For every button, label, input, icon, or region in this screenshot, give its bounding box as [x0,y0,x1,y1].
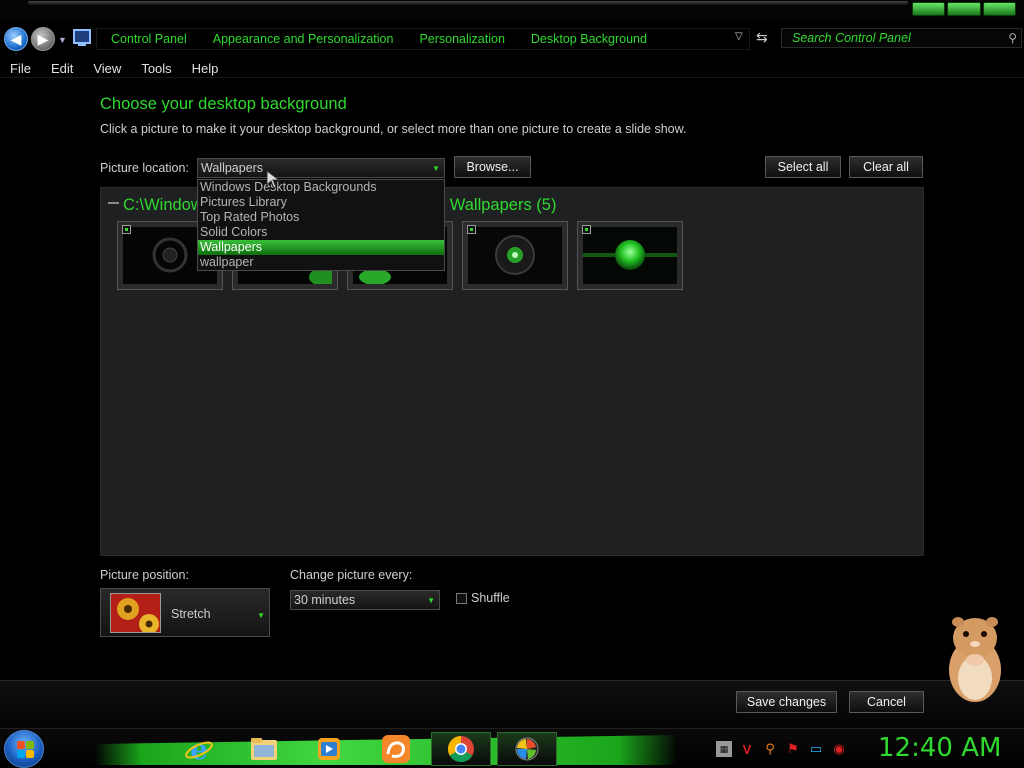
svg-text:e: e [190,734,208,764]
title-bar [0,0,1024,20]
picture-position-label: Picture position: [100,568,189,582]
thumbnail-checkbox[interactable] [467,225,476,234]
chevron-down-icon: ▼ [257,611,265,620]
thumbnail-checkbox[interactable] [582,225,591,234]
thumbnail-checkbox[interactable] [122,225,131,234]
taskbar-file-explorer[interactable] [246,732,282,766]
maximize-button[interactable] [947,2,981,16]
breadcrumb-personalization[interactable]: Personalization [405,32,516,46]
clear-all-button[interactable]: Clear all [849,156,923,178]
search-box[interactable]: ⚲ [781,28,1022,48]
antivirus-icon[interactable]: V [739,741,755,757]
taskbar-clock[interactable]: 12:40 AM [878,733,1001,763]
chevron-down-icon: ▼ [432,164,440,173]
menu-bar: File Edit View Tools Help [0,58,1024,78]
menu-edit[interactable]: Edit [41,58,83,77]
taskbar-uc-browser[interactable] [378,732,414,766]
minimize-button[interactable] [912,2,946,16]
shuffle-checkbox[interactable] [456,593,467,604]
breadcrumb-control-panel[interactable]: Control Panel [97,32,199,46]
search-icon[interactable]: ⚲ [1008,31,1017,45]
mouse-cursor-icon [266,170,281,189]
menu-view[interactable]: View [83,58,131,77]
option-windows-desktop-backgrounds[interactable]: Windows Desktop Backgrounds [198,180,444,195]
hamster-desktop-gadget[interactable] [944,610,1006,706]
change-picture-label: Change picture every: [290,568,413,582]
forward-arrow-icon: ▶ [37,30,49,47]
collapse-group-icon[interactable] [108,202,119,208]
search-tool-icon[interactable]: ⚲ [762,741,778,757]
option-solid-colors[interactable]: Solid Colors [198,225,444,240]
picture-location-value: Wallpapers [201,161,264,175]
picture-position-select[interactable]: Stretch ▼ [100,588,270,637]
option-wallpapers[interactable]: Wallpapers [198,240,444,255]
page-description: Click a picture to make it your desktop … [100,122,687,136]
breadcrumb[interactable]: Control Panel Appearance and Personaliza… [96,28,750,50]
green-orb-wallpaper [468,227,562,284]
window-controls [912,2,1016,16]
change-picture-value: 30 minutes [294,593,356,607]
green-button-wallpaper [583,227,677,284]
address-dropdown-icon[interactable]: ▽ [735,31,743,42]
windows-logo-icon [17,741,34,758]
option-pictures-library[interactable]: Pictures Library [198,195,444,210]
group-header-suffix: Wallpapers (5) [449,196,557,214]
picture-location-label: Picture location: [100,161,189,175]
picture-position-value: Stretch [171,607,211,621]
wallpaper-image [583,227,677,284]
display-icon[interactable]: ▭ [808,741,824,757]
back-button[interactable]: ◀ [4,27,28,51]
personalization-icon [515,737,539,761]
taskbar-internet-explorer[interactable]: e [181,732,217,766]
option-wallpaper[interactable]: wallpaper [198,255,444,270]
menu-help[interactable]: Help [182,58,229,77]
recent-pages-dropdown-icon[interactable]: ▼ [58,35,67,45]
internet-explorer-icon: e [185,734,213,764]
network-icon[interactable]: ▦ [716,741,732,757]
start-button[interactable] [4,730,44,768]
breadcrumb-desktop-background[interactable]: Desktop Background [517,32,659,46]
group-header-prefix: C:\Window [123,196,203,214]
wallpaper-image [468,227,562,284]
menu-tools[interactable]: Tools [131,58,181,77]
taskbar-chrome[interactable] [431,732,491,766]
select-all-button[interactable]: Select all [765,156,841,178]
picture-location-options: Windows Desktop Backgrounds Pictures Lib… [197,179,445,271]
shuffle-label[interactable]: Shuffle [471,591,510,605]
forward-button[interactable]: ▶ [31,27,55,51]
picture-location-select[interactable]: Wallpapers ▼ [197,158,445,178]
taskbar: e ▦ V ⚲ ⚑ ▭ ◉ 12:40 AM [0,728,1024,768]
page-title: Choose your desktop background [100,95,347,113]
position-preview-image [110,593,161,633]
close-button[interactable] [982,2,1016,16]
cancel-button[interactable]: Cancel [849,691,924,713]
save-changes-button[interactable]: Save changes [736,691,837,713]
flag-icon[interactable]: ⚑ [785,741,801,757]
taskbar-media-player[interactable] [311,732,347,766]
chevron-down-icon: ▼ [427,596,435,605]
flower-thumbnail [111,594,160,632]
option-top-rated-photos[interactable]: Top Rated Photos [198,210,444,225]
chrome-icon [447,735,474,763]
breadcrumb-appearance[interactable]: Appearance and Personalization [199,32,406,46]
system-tray: ▦ V ⚲ ⚑ ▭ ◉ [716,739,847,759]
record-icon[interactable]: ◉ [831,741,847,757]
back-arrow-icon: ◀ [10,30,22,47]
uc-browser-icon [382,735,410,763]
wallpaper-thumbnail[interactable] [462,221,568,290]
browse-button[interactable]: Browse... [454,156,531,178]
menu-file[interactable]: File [0,58,41,77]
folder-icon [251,738,277,760]
taskbar-personalization[interactable] [497,732,557,766]
title-glow [28,1,908,5]
refresh-icon[interactable]: ⇆ [756,29,768,46]
media-player-icon [318,738,340,760]
wallpaper-thumbnail[interactable] [577,221,683,290]
search-input[interactable] [782,29,1021,47]
control-panel-icon [73,29,91,46]
change-picture-select[interactable]: 30 minutes ▼ [290,590,440,610]
